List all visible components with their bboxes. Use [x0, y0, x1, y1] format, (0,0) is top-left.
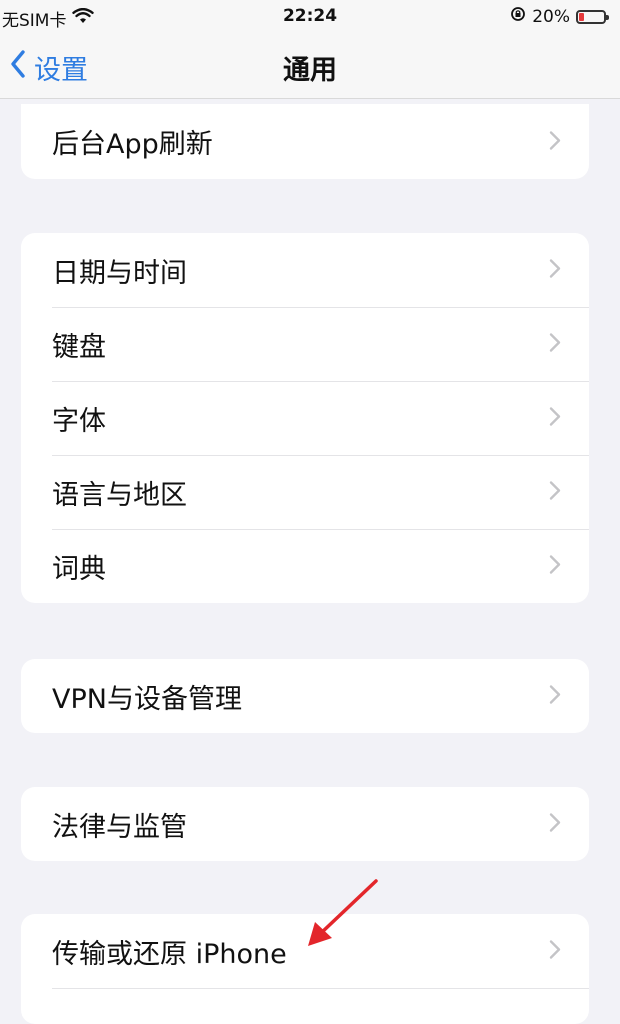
- chevron-right-icon: [549, 681, 561, 712]
- chevron-right-icon: [549, 551, 561, 582]
- chevron-right-icon: [549, 809, 561, 840]
- row-label: 法律与监管: [52, 811, 187, 843]
- settings-row-date-time[interactable]: 日期与时间: [21, 233, 589, 307]
- row-label: 传输或还原 iPhone: [52, 938, 287, 970]
- status-right: 20%: [510, 6, 609, 27]
- row-label: 语言与地区: [52, 479, 187, 511]
- row-label: 键盘: [52, 331, 106, 363]
- chevron-right-icon: [549, 403, 561, 434]
- settings-row-legal-regulatory[interactable]: 法律与监管: [21, 787, 589, 861]
- chevron-right-icon: [549, 255, 561, 286]
- settings-row-partial[interactable]: [21, 988, 589, 1024]
- orientation-lock-icon: [510, 6, 526, 27]
- chevron-right-icon: [549, 126, 561, 157]
- battery-level-fill: [579, 12, 584, 21]
- settings-group: 后台App刷新: [21, 104, 589, 179]
- chevron-right-icon: [549, 936, 561, 967]
- settings-row-keyboard[interactable]: 键盘: [21, 307, 589, 381]
- settings-row-vpn-device-management[interactable]: VPN与设备管理: [21, 659, 589, 733]
- row-label: 日期与时间: [52, 257, 187, 289]
- chevron-right-icon: [549, 329, 561, 360]
- status-bar: 无SIM卡 22:24 20%: [0, 0, 620, 34]
- settings-row-fonts[interactable]: 字体: [21, 381, 589, 455]
- settings-group: 日期与时间 键盘 字体 语言与地区 词典: [21, 233, 589, 603]
- row-label: 词典: [52, 553, 106, 585]
- settings-group: 法律与监管: [21, 787, 589, 861]
- chevron-right-icon: [549, 477, 561, 508]
- row-label: 字体: [52, 405, 106, 437]
- settings-group: VPN与设备管理: [21, 659, 589, 733]
- page-title: 通用: [283, 55, 337, 86]
- row-label: VPN与设备管理: [52, 683, 242, 715]
- battery-icon: [576, 9, 609, 24]
- settings-row-background-app-refresh[interactable]: 后台App刷新: [21, 104, 589, 179]
- settings-row-language-region[interactable]: 语言与地区: [21, 455, 589, 529]
- annotation-arrow: [308, 879, 378, 946]
- battery-percent: 20%: [532, 6, 570, 27]
- row-label: 后台App刷新: [52, 129, 213, 160]
- navigation-bar: 设置 通用: [0, 34, 620, 99]
- settings-row-dictionary[interactable]: 词典: [21, 529, 589, 603]
